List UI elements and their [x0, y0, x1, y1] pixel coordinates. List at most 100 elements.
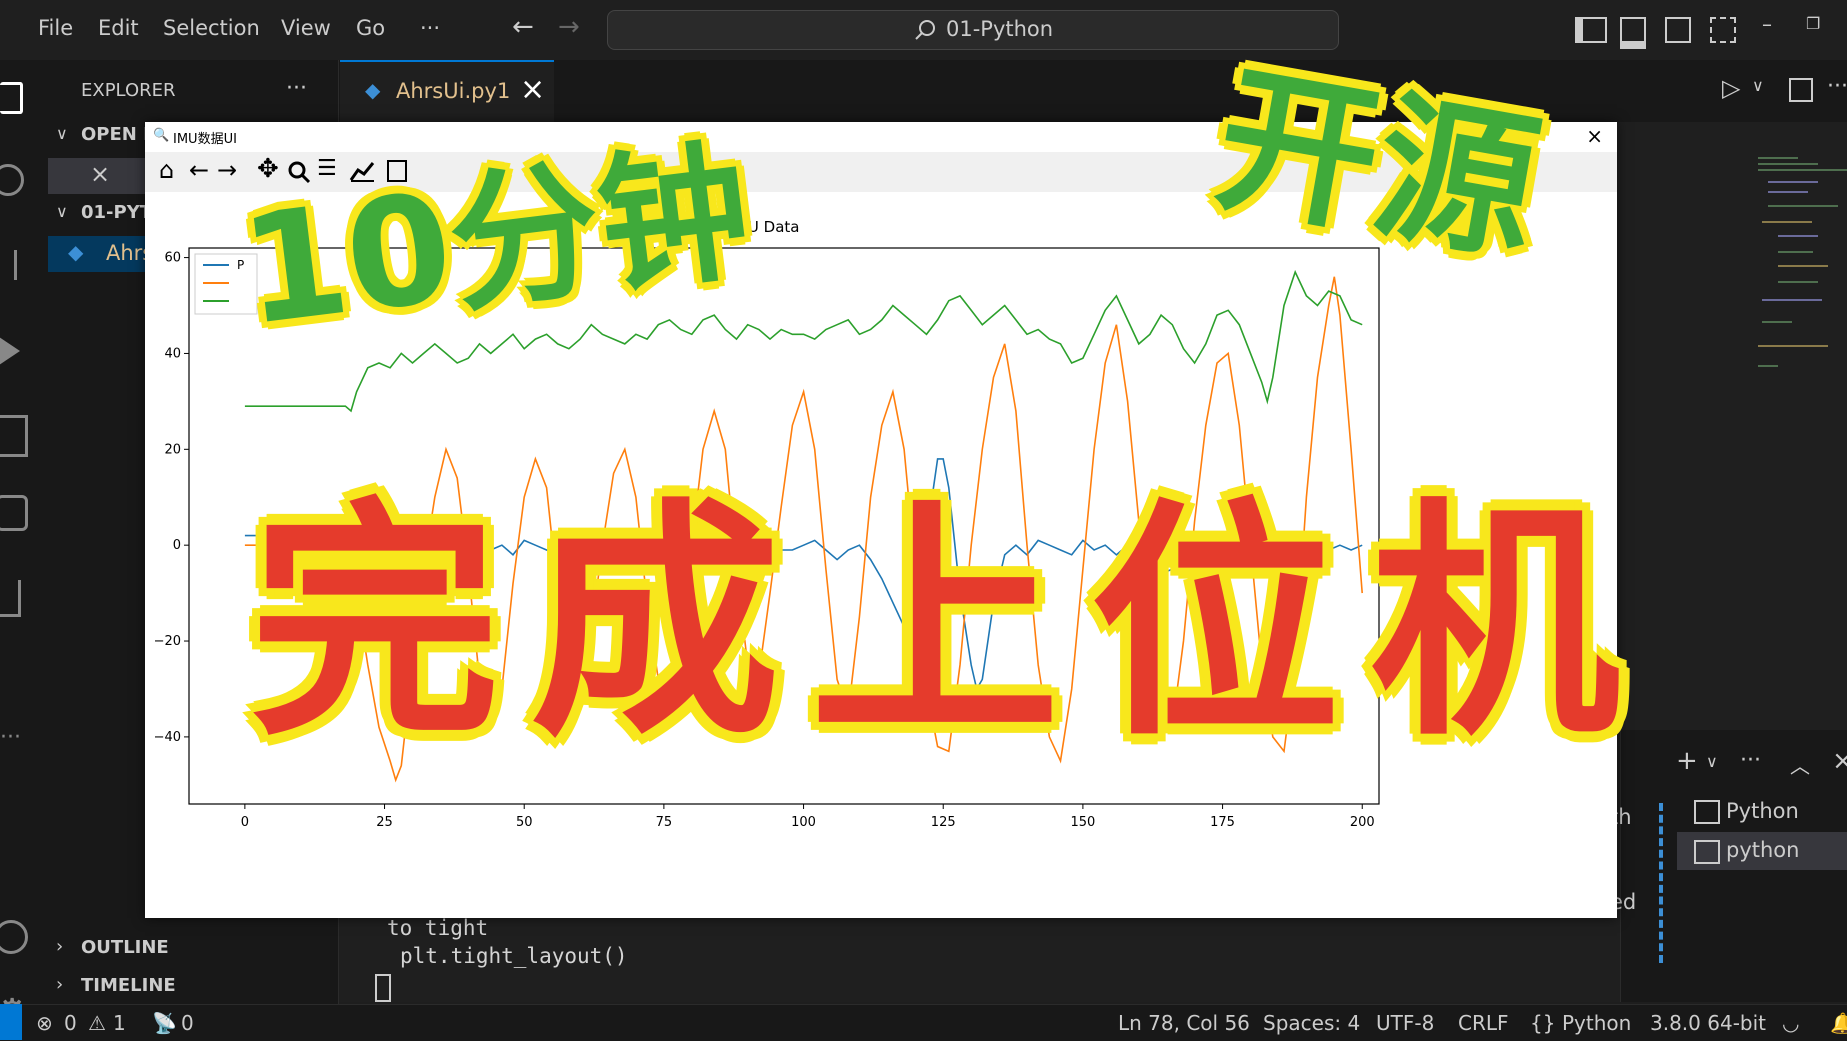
- y-tick-label: −40: [154, 730, 181, 745]
- chevron-right-icon[interactable]: ›: [56, 936, 63, 957]
- menu-view[interactable]: View: [281, 16, 331, 40]
- status-bar: ⊗ 0 ⚠ 1 📡 0 Ln 78, Col 56 Spaces: 4 UTF-…: [0, 1004, 1847, 1041]
- x-tick-label: 75: [656, 815, 673, 830]
- overlay-text-main: 完成上位机: [250, 478, 1650, 769]
- menu-more[interactable]: ···: [420, 16, 440, 40]
- customize-layout-icon[interactable]: [1710, 17, 1736, 43]
- x-tick-label: 0: [241, 815, 249, 830]
- forward-arrow-icon[interactable]: →: [558, 12, 580, 42]
- run-icon[interactable]: ▷: [1722, 74, 1740, 102]
- chevron-down-icon[interactable]: ∨: [1752, 76, 1764, 95]
- braces-icon: {}: [1530, 1011, 1556, 1035]
- title-bar: File Edit Selection View Go ··· ← → 01-P…: [0, 0, 1847, 61]
- text-cursor: [375, 974, 391, 1002]
- command-center[interactable]: 01-Python: [607, 10, 1339, 50]
- menu-go[interactable]: Go: [356, 16, 385, 40]
- explorer-more-icon[interactable]: ···: [286, 76, 307, 101]
- feedback-icon[interactable]: ◡: [1782, 1011, 1799, 1035]
- maximize-panel-icon[interactable]: ︿: [1790, 750, 1810, 779]
- split-editor-icon[interactable]: [1789, 78, 1813, 102]
- menu-selection[interactable]: Selection: [163, 16, 260, 40]
- terminal-icon: [1694, 840, 1720, 864]
- indentation[interactable]: Spaces: 4: [1263, 1011, 1360, 1035]
- python-file-icon: ◆: [365, 78, 381, 102]
- x-tick-label: 125: [931, 815, 956, 830]
- search-view-icon[interactable]: [0, 164, 24, 196]
- editor-more-icon[interactable]: ···: [1827, 74, 1847, 99]
- terminal-item-python-active[interactable]: python: [1726, 838, 1799, 862]
- ports-count[interactable]: 0: [181, 1011, 194, 1035]
- testing-icon[interactable]: [0, 580, 21, 617]
- x-tick-label: 25: [376, 815, 393, 830]
- terminal-split-indicator: [1659, 803, 1667, 963]
- toggle-panel-icon[interactable]: [1620, 17, 1646, 49]
- close-icon[interactable]: ×: [90, 160, 110, 188]
- window-close-icon[interactable]: ×: [1586, 124, 1603, 148]
- error-count[interactable]: 0: [64, 1011, 77, 1035]
- run-debug-icon[interactable]: [0, 335, 20, 367]
- toggle-secondary-sidebar-icon[interactable]: [1665, 17, 1691, 43]
- notifications-icon[interactable]: 🔔: [1830, 1011, 1847, 1035]
- activity-bar: ··· ⚙: [0, 60, 49, 1033]
- chevron-down-icon[interactable]: ∨: [1706, 752, 1718, 771]
- ports-icon[interactable]: 📡: [152, 1011, 177, 1035]
- y-tick-label: 60: [164, 251, 181, 266]
- outline-header[interactable]: OUTLINE: [81, 937, 169, 958]
- chevron-right-icon[interactable]: ›: [56, 974, 63, 995]
- tab-label: AhrsUi.py: [396, 79, 497, 103]
- language-mode[interactable]: Python: [1562, 1011, 1631, 1035]
- chevron-down-icon[interactable]: ∨: [56, 124, 68, 143]
- app-icon: 🔍: [153, 128, 170, 143]
- x-tick-label: 50: [516, 815, 533, 830]
- back-arrow-icon[interactable]: ←: [512, 12, 534, 42]
- toggle-sidebar-icon[interactable]: [1575, 17, 1607, 43]
- y-tick-label: 20: [164, 442, 181, 457]
- remote-indicator[interactable]: [0, 1004, 22, 1040]
- folder-header[interactable]: 01-PYT: [81, 202, 152, 223]
- home-icon[interactable]: ⌂: [159, 156, 174, 184]
- y-tick-label: −20: [154, 634, 181, 649]
- explorer-icon[interactable]: [0, 82, 23, 114]
- encoding[interactable]: UTF-8: [1376, 1011, 1434, 1035]
- code-line: plt.tight_layout(): [400, 944, 628, 968]
- terminal-more-icon[interactable]: ···: [1740, 748, 1761, 773]
- back-icon[interactable]: ←: [189, 156, 209, 184]
- y-tick-label: 40: [164, 346, 181, 361]
- errors-icon[interactable]: ⊗: [36, 1011, 53, 1035]
- python-interpreter[interactable]: 3.8.0 64-bit: [1650, 1011, 1766, 1035]
- chevron-down-icon[interactable]: ∨: [56, 202, 68, 221]
- tab-problem-badge: 1: [497, 79, 511, 103]
- tab-close-icon[interactable]: ×: [520, 72, 545, 107]
- menu-file[interactable]: File: [38, 16, 73, 40]
- remote-explorer-icon[interactable]: [0, 495, 28, 531]
- new-terminal-icon[interactable]: +: [1676, 746, 1698, 776]
- warning-count[interactable]: 1: [113, 1011, 126, 1035]
- timeline-header[interactable]: TIMELINE: [81, 975, 176, 996]
- extensions-icon[interactable]: [0, 415, 28, 457]
- window-title: IMU数据UI: [173, 132, 237, 147]
- y-tick-label: 0: [173, 538, 181, 553]
- terminal-item-python[interactable]: Python: [1726, 799, 1799, 823]
- restore-icon[interactable]: ❐: [1806, 14, 1820, 33]
- terminal-icon: [1694, 800, 1720, 824]
- source-control-icon[interactable]: [0, 250, 17, 280]
- menu-edit[interactable]: Edit: [98, 16, 139, 40]
- x-tick-label: 200: [1350, 815, 1375, 830]
- x-tick-label: 100: [791, 815, 816, 830]
- python-file-icon: ◆: [68, 240, 84, 264]
- cursor-position[interactable]: Ln 78, Col 56: [1118, 1011, 1250, 1035]
- minimize-icon[interactable]: –: [1762, 12, 1772, 36]
- end-of-line[interactable]: CRLF: [1458, 1011, 1509, 1035]
- minimap[interactable]: [1748, 155, 1847, 385]
- more-views-icon[interactable]: ···: [0, 725, 21, 750]
- search-icon: [915, 20, 935, 40]
- accounts-icon[interactable]: [0, 920, 28, 954]
- tab-ahrsui[interactable]: ◆ AhrsUi.py 1 ×: [340, 60, 554, 124]
- code-line: to tight: [387, 916, 489, 940]
- x-tick-label: 175: [1210, 815, 1235, 830]
- explorer-title: EXPLORER: [81, 80, 176, 101]
- command-center-label: 01-Python: [946, 17, 1054, 41]
- x-tick-label: 150: [1070, 815, 1095, 830]
- close-panel-icon[interactable]: ×: [1832, 746, 1847, 776]
- warning-icon[interactable]: ⚠: [88, 1011, 106, 1035]
